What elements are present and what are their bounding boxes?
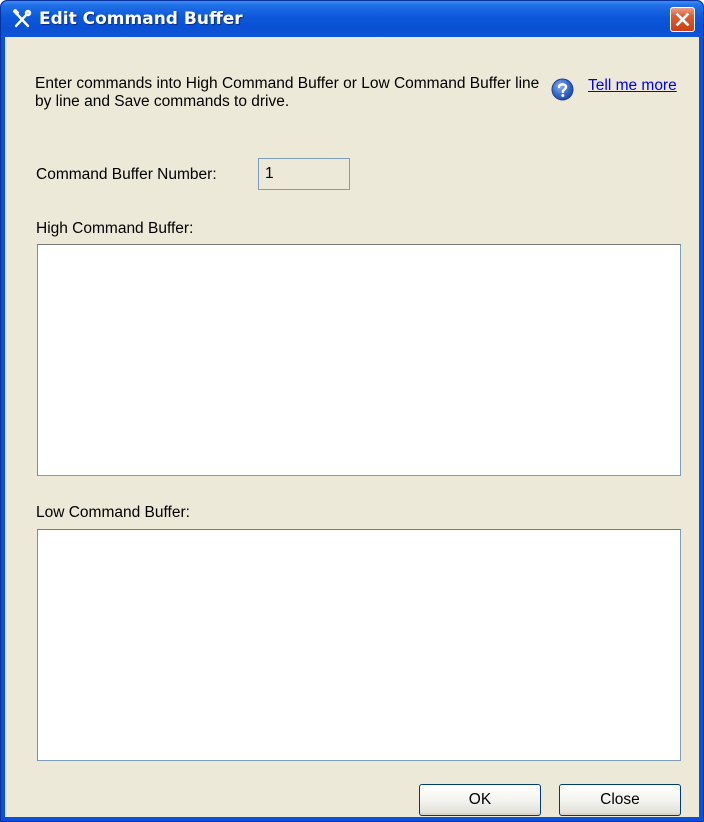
- tell-me-more-link[interactable]: Tell me more: [588, 77, 677, 95]
- command-buffer-number-label: Command Buffer Number:: [36, 166, 217, 183]
- edit-command-buffer-window: Edit Command Buffer Enter commands into …: [0, 0, 704, 822]
- command-buffer-number-field: 1: [258, 158, 350, 190]
- low-command-buffer-label: Low Command Buffer:: [36, 504, 190, 521]
- high-command-buffer-label: High Command Buffer:: [36, 220, 194, 237]
- low-command-buffer-input[interactable]: [37, 529, 681, 761]
- help-icon[interactable]: [551, 78, 574, 101]
- window-title: Edit Command Buffer: [39, 9, 243, 29]
- title-bar[interactable]: Edit Command Buffer: [1, 1, 703, 37]
- instructions-text: Enter commands into High Command Buffer …: [35, 75, 540, 110]
- close-window-button[interactable]: [670, 7, 695, 32]
- ok-button[interactable]: OK: [419, 784, 541, 816]
- tools-icon: [11, 8, 35, 30]
- dialog-body: Enter commands into High Command Buffer …: [5, 37, 699, 817]
- high-command-buffer-input[interactable]: [37, 244, 681, 476]
- close-button[interactable]: Close: [559, 784, 681, 816]
